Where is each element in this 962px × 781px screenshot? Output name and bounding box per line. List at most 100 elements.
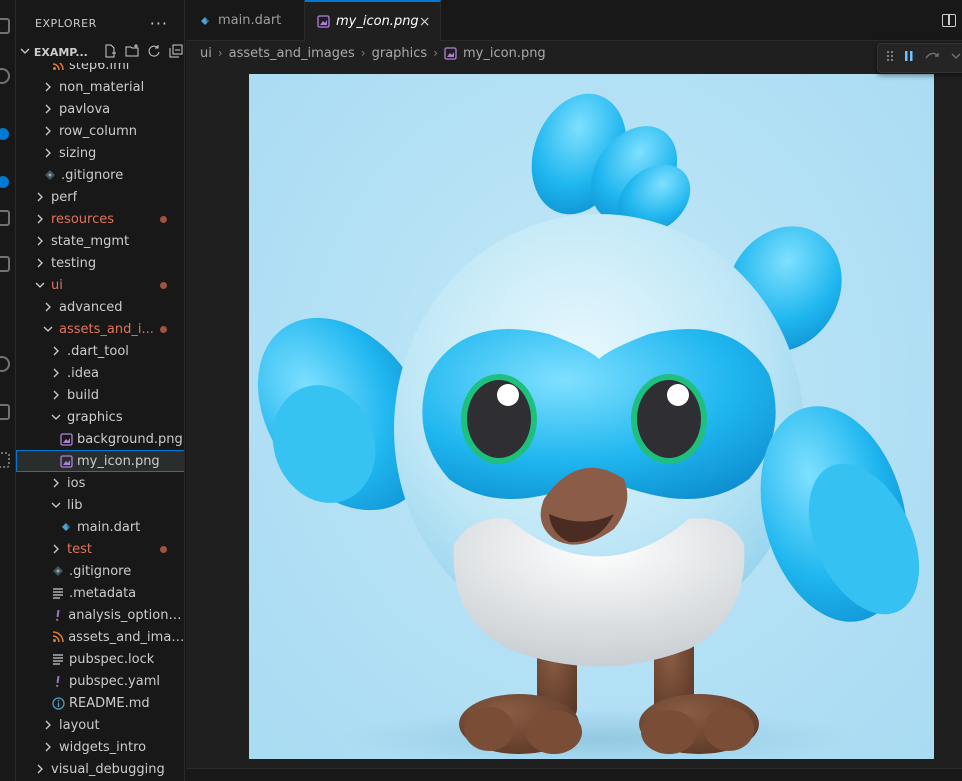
- search-icon[interactable]: [0, 68, 10, 84]
- chevron-right-icon: [43, 126, 53, 136]
- folder-item[interactable]: pavlova: [16, 98, 184, 120]
- chevron-right-icon: [35, 236, 45, 246]
- step-over-icon[interactable]: [924, 50, 940, 66]
- tree-item-label: pavlova: [59, 101, 111, 117]
- dart-icon: [198, 14, 212, 28]
- file-item[interactable]: .metadata: [16, 582, 184, 604]
- scm-badge-icon[interactable]: [0, 128, 9, 140]
- folder-item[interactable]: testing: [16, 252, 184, 274]
- tree-item-label: background.png: [77, 431, 183, 447]
- folder-item[interactable]: advanced: [16, 296, 184, 318]
- folder-item[interactable]: perf: [16, 186, 184, 208]
- folder-item[interactable]: assets_and_i...: [16, 318, 184, 340]
- modified-dot-icon: [160, 325, 167, 333]
- file-item[interactable]: analysis_options....: [16, 604, 184, 626]
- lines-icon: [51, 586, 65, 600]
- git-icon: [51, 564, 65, 578]
- folder-item[interactable]: ios: [16, 472, 184, 494]
- tree-item-label: .gitignore: [69, 563, 132, 579]
- chevron-right-icon: [35, 258, 45, 268]
- folder-item[interactable]: build: [16, 384, 184, 406]
- docker-icon[interactable]: [0, 404, 10, 420]
- modified-dot-icon: [160, 545, 167, 553]
- chevron-right-icon: [51, 544, 61, 554]
- breadcrumb-item[interactable]: graphics: [372, 46, 428, 61]
- folder-item[interactable]: ui: [16, 274, 184, 296]
- testing-icon[interactable]: [0, 256, 10, 272]
- tree-item-label: .dart_tool: [67, 343, 129, 359]
- file-item[interactable]: .gitignore: [16, 164, 184, 186]
- tree-item-label: graphics: [67, 409, 123, 425]
- refresh-icon[interactable]: [147, 44, 163, 60]
- folder-item[interactable]: .dart_tool: [16, 340, 184, 362]
- file-item[interactable]: background.png: [16, 428, 184, 450]
- tree-item-label: .gitignore: [61, 167, 124, 183]
- flutter-icon[interactable]: [0, 452, 10, 468]
- tree-item-label: build: [67, 387, 99, 403]
- chevron-right-icon: [43, 742, 53, 752]
- git-icon: [43, 168, 57, 182]
- tree-item-label: perf: [51, 189, 78, 205]
- breadcrumb-item[interactable]: ui: [200, 46, 212, 61]
- folder-item[interactable]: visual_debugging: [16, 758, 184, 780]
- file-item[interactable]: my_icon.png: [16, 450, 184, 472]
- chevron-right-icon: ›: [217, 46, 223, 60]
- tab-my-icon-png[interactable]: my_icon.png ×: [305, 0, 441, 41]
- explorer-icon[interactable]: [0, 18, 10, 34]
- folder-item[interactable]: widgets_intro: [16, 736, 184, 758]
- file-item[interactable]: README.md: [16, 692, 184, 714]
- tree-item-label: assets_and_i...: [59, 321, 154, 337]
- workspace-name: EXAMP...: [33, 45, 88, 59]
- drag-handle-icon[interactable]: [886, 50, 894, 66]
- folder-item[interactable]: resources: [16, 208, 184, 230]
- tree-item-label: lib: [67, 497, 83, 513]
- breadcrumb-item[interactable]: my_icon.png: [463, 46, 546, 61]
- folder-item[interactable]: .idea: [16, 362, 184, 384]
- collapse-all-icon[interactable]: [169, 44, 184, 60]
- folder-item[interactable]: test: [16, 538, 184, 560]
- folder-item[interactable]: graphics: [16, 406, 184, 428]
- new-file-icon[interactable]: [103, 44, 119, 60]
- folder-item[interactable]: row_column: [16, 120, 184, 142]
- bird-mascot-image: [257, 93, 920, 759]
- debug-toolbar: [877, 43, 962, 73]
- file-item[interactable]: main.dart: [16, 516, 184, 538]
- chevron-icon[interactable]: [0, 500, 10, 516]
- file-item[interactable]: pubspec.yaml: [16, 670, 184, 692]
- pause-icon[interactable]: [904, 50, 914, 66]
- file-item[interactable]: assets_and_imag...: [16, 626, 184, 648]
- more-actions-icon[interactable]: ···: [150, 14, 168, 33]
- new-folder-icon[interactable]: [125, 44, 141, 60]
- tree-item-label: test: [67, 541, 92, 557]
- breadcrumb-item[interactable]: assets_and_images: [229, 46, 355, 61]
- file-item[interactable]: .gitignore: [16, 560, 184, 582]
- file-item[interactable]: pubspec.lock: [16, 648, 184, 670]
- panel-border: [186, 768, 962, 781]
- chevron-down-icon: [35, 280, 45, 290]
- tree-item-label: sizing: [59, 145, 97, 161]
- close-icon[interactable]: ×: [419, 14, 431, 30]
- workspace-section-header[interactable]: EXAMP...: [16, 41, 184, 63]
- chevron-right-icon: [35, 214, 45, 224]
- remote-icon[interactable]: [0, 356, 10, 372]
- tree-item-label: pubspec.lock: [69, 651, 155, 667]
- image-preview: [249, 74, 934, 759]
- split-editor-icon[interactable]: [942, 14, 956, 27]
- run-badge-icon[interactable]: [0, 176, 9, 188]
- folder-item[interactable]: lib: [16, 494, 184, 516]
- image-icon: [59, 432, 73, 446]
- tree-item-label: advanced: [59, 299, 123, 315]
- breadcrumb: ui › assets_and_images › graphics › my_i…: [186, 41, 962, 65]
- exclamation-icon: [51, 674, 65, 688]
- folder-item[interactable]: sizing: [16, 142, 184, 164]
- tab-main-dart[interactable]: main.dart: [186, 0, 305, 41]
- folder-item[interactable]: state_mgmt: [16, 230, 184, 252]
- chevron-down-icon: [51, 412, 61, 422]
- chevron-down-icon: [51, 500, 61, 510]
- explorer-header: EXPLORER ···: [16, 0, 184, 46]
- folder-item[interactable]: layout: [16, 714, 184, 736]
- folder-item[interactable]: non_material: [16, 76, 184, 98]
- extensions-icon[interactable]: [0, 210, 10, 226]
- tree-item-label: main.dart: [77, 519, 141, 535]
- step-into-icon[interactable]: [950, 50, 962, 66]
